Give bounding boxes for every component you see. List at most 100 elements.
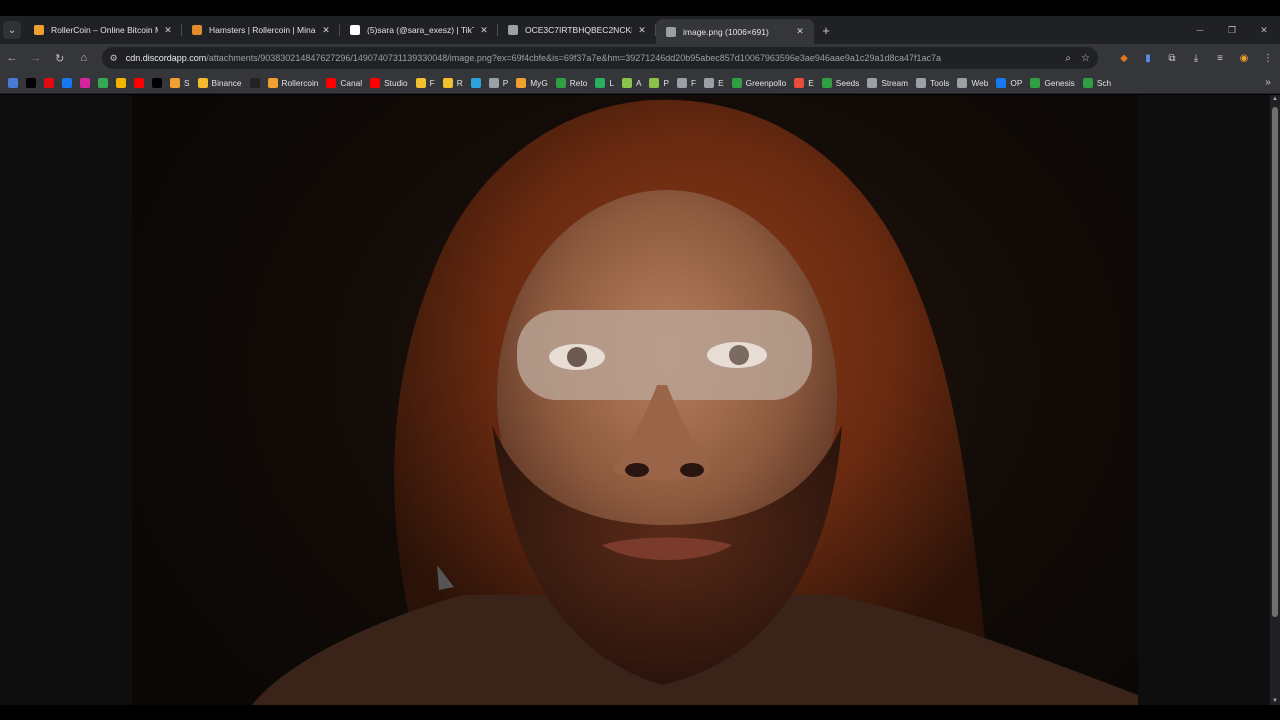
close-tab-icon[interactable]: ✕ (320, 25, 332, 36)
bookmark-item[interactable]: Reto (552, 74, 592, 92)
close-tab-icon[interactable]: ✕ (636, 25, 648, 36)
tab-title: image.png (1006×691) (683, 26, 769, 37)
tab-0[interactable]: RollerCoin – Online Bitcoin Mining ✕ (24, 16, 182, 44)
bookmark-item[interactable]: E (700, 74, 728, 92)
scrollbar-thumb[interactable] (1272, 107, 1278, 617)
bottom-letterbox (0, 705, 1280, 720)
new-tab-button[interactable]: + (814, 16, 838, 44)
close-tab-icon[interactable]: ✕ (794, 26, 806, 37)
window-controls: ─ ❐ ✕ (1184, 16, 1280, 44)
tab-title: RollerCoin – Online Bitcoin Mining (51, 25, 158, 35)
bookmark-item[interactable] (22, 74, 40, 92)
tab-3[interactable]: OCE3C7IRTBHQBEC2NCKLQIN ✕ (498, 16, 656, 44)
more-bookmarks-icon[interactable]: » (1256, 77, 1280, 88)
tab-search-button[interactable]: ⌄ (0, 16, 24, 44)
bookmark-item[interactable] (467, 74, 485, 92)
bookmark-item[interactable]: MyG (512, 74, 552, 92)
bookmark-item[interactable]: P (485, 74, 513, 92)
download-icon[interactable]: ⤓ (1184, 53, 1208, 64)
bookmark-item[interactable]: A (618, 74, 646, 92)
home-button[interactable]: ⌂ (72, 46, 96, 70)
page-viewport (0, 95, 1280, 705)
tab-4[interactable]: image.png (1006×691) ✕ (656, 19, 814, 44)
displayed-image (132, 95, 1138, 705)
youtube-icon (134, 77, 144, 88)
url-text[interactable]: cdn.discordapp.com/attachments/903830214… (126, 53, 1056, 63)
extension-icon[interactable]: ▮ (1136, 53, 1160, 64)
bookmark-item[interactable] (148, 74, 166, 92)
bookmark-star-icon[interactable]: ☆ (1081, 53, 1090, 64)
bookmark-item[interactable]: Rollercoin (264, 74, 323, 92)
globe-icon (666, 26, 676, 37)
tab-title: Hamsters | Rollercoin | Minar y (209, 25, 316, 35)
bookmark-item[interactable]: Seeds (818, 74, 864, 92)
portrait-illustration (252, 99, 1138, 705)
browser-toolbar: ← → ↻ ⌂ ⚙ cdn.discordapp.com/attachments… (0, 44, 1280, 72)
chevron-down-icon: ⌄ (3, 21, 21, 39)
plus-icon (1030, 77, 1041, 88)
forward-button[interactable]: → (24, 46, 48, 70)
bookmark-item[interactable] (58, 74, 76, 92)
bookmark-item[interactable] (94, 74, 112, 92)
metamask-extension-icon[interactable]: ◆ (1112, 53, 1136, 64)
bookmark-item[interactable] (4, 74, 22, 92)
bookmark-item[interactable]: Sch (1079, 74, 1115, 92)
scroll-down-icon[interactable]: ▼ (1270, 698, 1280, 704)
bookmark-item[interactable]: Stream (863, 74, 912, 92)
vertical-scrollbar[interactable]: ▲ ▼ (1270, 95, 1280, 705)
youtube-icon (370, 77, 381, 88)
arrow-left-icon: ← (6, 52, 18, 64)
bookmark-item[interactable] (130, 74, 148, 92)
bookmark-item[interactable]: Genesis (1026, 74, 1078, 92)
close-tab-icon[interactable]: ✕ (478, 25, 490, 36)
media-control-icon[interactable]: ≡ (1208, 53, 1232, 64)
bookmark-item[interactable]: F (412, 74, 439, 92)
reload-button[interactable]: ↻ (48, 46, 72, 70)
bookmark-item[interactable] (40, 74, 58, 92)
bookmark-label: Seeds (835, 77, 860, 88)
bookmark-item[interactable]: Tools (912, 74, 953, 92)
zoom-icon[interactable]: ⌕ (1065, 53, 1071, 64)
bookmark-item[interactable]: OP (992, 74, 1026, 92)
puzzle-icon[interactable]: ⧉ (1160, 53, 1184, 64)
bookmark-item[interactable]: S (166, 74, 194, 92)
scroll-up-icon[interactable]: ▲ (1270, 96, 1280, 102)
restore-icon[interactable]: ❐ (1216, 16, 1248, 44)
site-info-icon[interactable]: ⚙ (110, 53, 118, 64)
kebab-menu-icon[interactable]: ⋮ (1256, 53, 1280, 64)
game-icon (516, 77, 527, 88)
bookmark-item[interactable]: Canal (322, 74, 366, 92)
top-letterbox (0, 0, 1280, 16)
binance-icon (197, 77, 208, 88)
bookmark-item[interactable]: L (591, 74, 618, 92)
plus-icon (821, 77, 832, 88)
folder-icon (867, 77, 878, 88)
bookmark-item[interactable]: Binance (194, 74, 246, 92)
home-icon: ⌂ (80, 52, 87, 64)
bookmark-item[interactable]: E (790, 74, 818, 92)
bookmark-item[interactable]: R (439, 74, 467, 92)
address-bar[interactable]: ⚙ cdn.discordapp.com/attachments/9038302… (101, 47, 1098, 69)
bookmark-item[interactable]: Web (953, 74, 992, 92)
facebook-icon (996, 77, 1007, 88)
close-window-icon[interactable]: ✕ (1248, 16, 1280, 44)
folder-icon (957, 77, 968, 88)
close-tab-icon[interactable]: ✕ (162, 25, 174, 36)
bookmark-item[interactable]: F (673, 74, 700, 92)
bookmark-item[interactable] (76, 74, 94, 92)
bookmark-item[interactable]: Greenpollo (728, 74, 791, 92)
bookmark-item[interactable] (112, 74, 130, 92)
back-button[interactable]: ← (0, 46, 24, 70)
tab-2[interactable]: (5)sara (@sara_exesz) | TikTok ✕ (340, 16, 498, 44)
x-icon (152, 77, 162, 88)
folder-icon (704, 77, 715, 88)
hamster-icon (267, 77, 278, 88)
bookmark-item[interactable]: Studio (366, 74, 412, 92)
bookmark-item[interactable] (246, 74, 264, 92)
tab-1[interactable]: Hamsters | Rollercoin | Minar y ✕ (182, 16, 340, 44)
minimize-icon[interactable]: ─ (1184, 16, 1216, 44)
bookmark-label: Canal (340, 77, 363, 88)
bookmark-item[interactable]: P (645, 74, 673, 92)
hamster-icon (192, 25, 202, 35)
profile-avatar-icon[interactable]: ◉ (1232, 53, 1256, 64)
